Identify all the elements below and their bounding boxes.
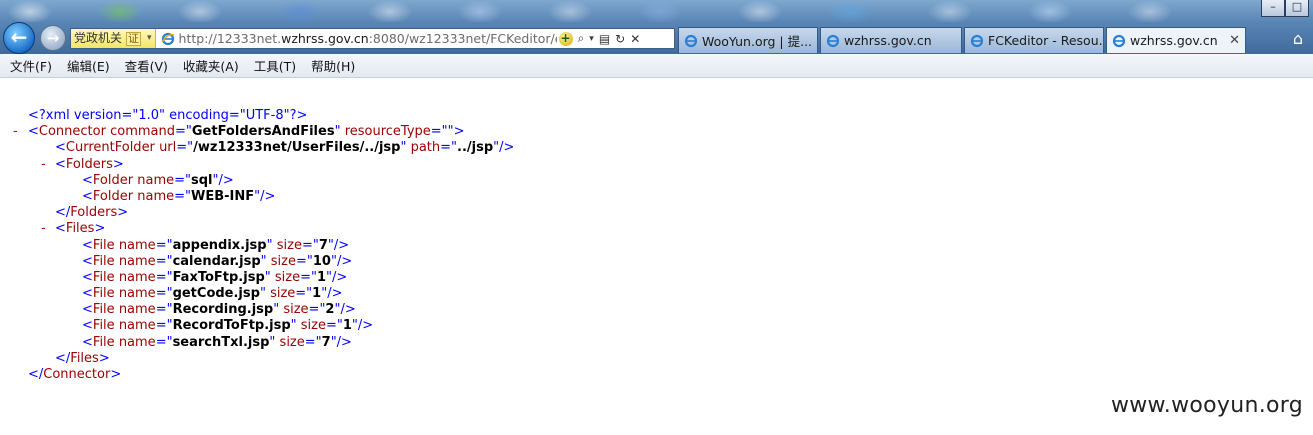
connector-close: </Connector> [28,367,122,382]
compatibility-view-icon[interactable]: + [558,31,573,46]
xml-declaration-text: <?xml version="1.0" encoding="UTF-8"?> [28,108,308,123]
xml-declaration: <?xml version="1.0" encoding="UTF-8"?> [0,108,1313,124]
search-dropdown-icon[interactable]: ▾ [589,34,594,44]
tab-label: wzhrss.gov.cn [1130,33,1218,48]
close-tab-icon[interactable]: ✕ [1221,33,1240,48]
folders-close: </Folders> [55,205,129,221]
tab-wooyun[interactable]: WooYun.org | 提... [678,27,818,53]
tab-fckeditor[interactable]: FCKeditor - Resou... [964,27,1104,53]
file-entry: <File name="searchTxl.jsp" size="7"/> [82,334,352,350]
menu-help[interactable]: 帮助(H) [305,56,361,75]
collapse-toggle[interactable]: - [41,157,46,173]
menu-edit[interactable]: 编辑(E) [61,56,116,75]
file-entry: <File name="FaxToFtp.jsp" size="1"/> [82,269,348,285]
file-size: 7 [318,237,328,253]
url-text[interactable]: http://12333net.wzhrss.gov.cn:8080/wz123… [179,31,557,46]
file-size: 10 [312,253,331,269]
file-size: 1 [316,269,327,285]
current-folder-path: ../jsp [457,140,494,156]
home-icon[interactable]: ⌂ [1287,29,1309,49]
minimize-button[interactable]: – [1261,0,1285,17]
folder-entry: <Folder name="sql"/> [82,172,234,188]
ie-page-icon [160,32,174,45]
url-suffix: :8080/wz12333net/FCKeditor/editor [368,31,557,46]
ie-page-icon [684,34,698,47]
file-entry: <File name="RecordToFtp.jsp" size="1"/> [82,318,374,334]
forward-arrow-icon: → [46,29,60,47]
security-zone-badge[interactable]: 党政机关 证 ▾ [71,29,156,48]
current-folder: <CurrentFolder url="/wz12333net/UserFile… [55,140,515,156]
restore-button[interactable]: □ [1285,0,1309,17]
file-entry: <File name="Recording.jsp" size="2"/> [82,302,356,318]
back-arrow-icon: ← [10,25,28,49]
menu-bar: 文件(F) 编辑(E) 查看(V) 收藏夹(A) 工具(T) 帮助(H) [0,54,1313,78]
menu-view[interactable]: 查看(V) [119,56,174,75]
file-entry: <File name="calendar.jsp" size="10"/> [82,253,353,269]
tab-strip: WooYun.org | 提... wzhrss.gov.cn FCKedito… [678,27,1248,54]
tab-label: FCKeditor - Resou... [988,33,1104,48]
file-name: getCode.jsp [172,286,260,302]
zone-dropdown-icon[interactable]: ▾ [147,29,152,48]
current-folder-url: /wz12333net/UserFiles/../jsp [193,140,401,156]
connector-open: - <Connector command="GetFoldersAndFiles… [13,124,465,140]
window-controls: – □ [1261,0,1309,17]
ie-page-icon [1112,34,1126,47]
folders-open: - <Folders> [41,156,124,173]
collapse-toggle[interactable]: - [13,124,18,140]
back-button[interactable]: ← [3,22,35,54]
taskbar-thumbnails [0,0,1260,22]
refresh-icon[interactable]: ↻ [615,32,625,46]
browser-titlebar: – □ ← → 党政机关 证 ▾ http://12333net.wzhrss.… [0,0,1313,54]
connector-command: GetFoldersAndFiles [191,124,335,140]
compat-page-icon[interactable]: ▤ [599,32,610,46]
tab-wzhrss-active[interactable]: wzhrss.gov.cn ✕ [1106,27,1246,53]
tab-label: wzhrss.gov.cn [844,33,932,48]
stop-icon[interactable]: ✕ [630,32,640,46]
menu-tools[interactable]: 工具(T) [248,56,302,75]
folder-name: sql [190,172,213,188]
ie-page-icon [970,34,984,47]
search-icon[interactable]: ⌕ [578,31,585,46]
file-name: Recording.jsp [172,302,274,318]
watermark: www.wooyun.org [1110,393,1303,418]
file-size: 1 [342,318,352,334]
tab-wzhrss-1[interactable]: wzhrss.gov.cn [820,27,962,53]
tab-label: WooYun.org | 提... [702,34,813,49]
file-name: searchTxl.jsp [172,334,270,350]
file-size: 7 [321,334,331,350]
address-bar[interactable]: 党政机关 证 ▾ http://12333net.wzhrss.gov.cn:8… [70,28,675,49]
file-entry: <File name="getCode.jsp" size="1"/> [82,286,343,302]
file-entry: <File name="appendix.jsp" size="7"/> [82,237,350,253]
file-name: FaxToFtp.jsp [172,269,265,285]
file-name: calendar.jsp [172,253,261,269]
file-size: 1 [312,286,322,302]
files-close: </Files> [55,350,110,366]
folder-entry: <Folder name="WEB-INF"/> [82,188,276,204]
forward-button[interactable]: → [40,25,66,51]
collapse-toggle[interactable]: - [41,221,46,237]
file-name: RecordToFtp.jsp [172,318,291,334]
certificate-icon: 证 [126,31,142,46]
file-name: appendix.jsp [172,237,267,253]
menu-favorites[interactable]: 收藏夹(A) [177,56,245,75]
folder-name: WEB-INF [190,188,255,204]
ie-page-icon [826,34,840,47]
xml-document: <?xml version="1.0" encoding="UTF-8"?> -… [0,108,1313,383]
zone-label: 党政机关 [74,31,123,45]
url-prefix: http://12333net. [178,31,282,46]
files-open: - <Files> [41,221,106,237]
url-host: wzhrss.gov.cn [281,31,369,46]
menu-file[interactable]: 文件(F) [4,56,58,75]
